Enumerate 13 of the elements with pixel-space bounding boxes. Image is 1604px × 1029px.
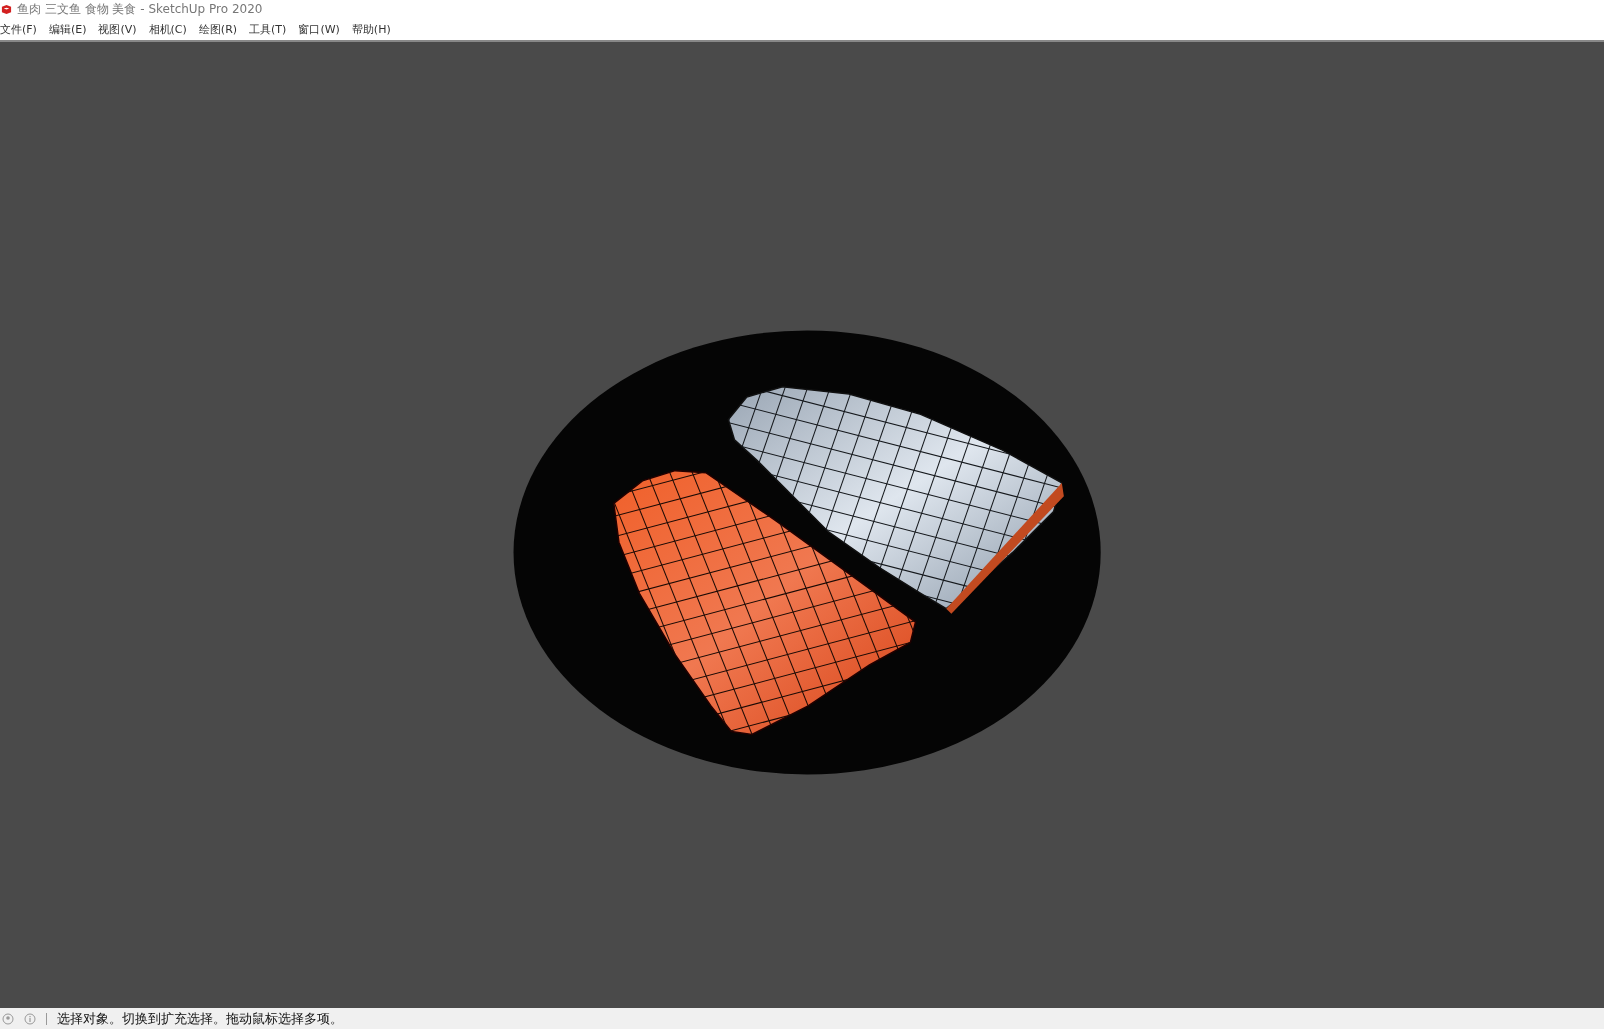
menu-item[interactable]: 编辑(E) <box>48 21 87 37</box>
menu-item[interactable]: 窗口(W) <box>298 21 340 37</box>
geolocation-icon[interactable] <box>2 1012 14 1025</box>
window-title: 鱼肉 三文鱼 食物 美食 - SketchUp Pro 2020 <box>17 0 263 18</box>
info-icon[interactable] <box>24 1012 36 1025</box>
menu-item[interactable]: 工具(T) <box>249 21 287 37</box>
3d-viewport[interactable] <box>0 41 1604 1009</box>
menu-item[interactable]: 绘图(R) <box>198 21 238 37</box>
menu-item[interactable]: 帮助(H) <box>351 21 391 37</box>
status-message: 选择对象。切换到扩充选择。拖动鼠标选择多项。 <box>57 1009 343 1028</box>
menu-item[interactable]: 视图(V) <box>98 21 137 37</box>
menu-item[interactable]: 相机(C) <box>148 21 187 37</box>
menu-item[interactable]: 文件(F) <box>0 21 37 37</box>
